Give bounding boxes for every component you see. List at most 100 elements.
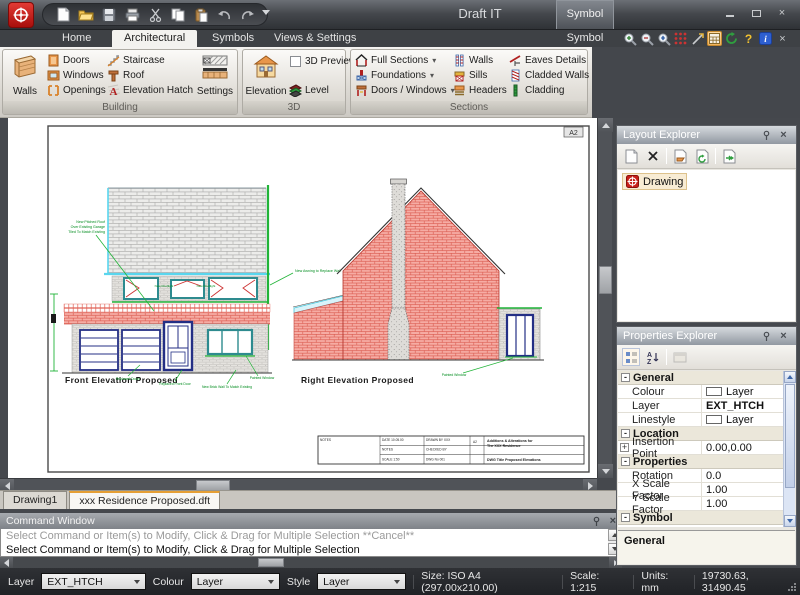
- close-button[interactable]: ×: [772, 6, 792, 20]
- scroll-up-button[interactable]: [598, 118, 613, 132]
- vertical-scroll-thumb[interactable]: [599, 266, 612, 294]
- property-row-insertion-point[interactable]: +Insertion Point 0.00,0.00: [618, 441, 795, 455]
- copy-icon[interactable]: [170, 7, 186, 23]
- svg-text:DRAWN BY XXX: DRAWN BY XXX: [426, 438, 451, 442]
- staircase-button[interactable]: Staircase: [105, 53, 195, 68]
- ribbon: Walls Doors Windows Openings Staircase R…: [0, 47, 800, 118]
- walls-button[interactable]: Walls: [5, 52, 45, 99]
- context-group-label: Symbol: [556, 32, 614, 44]
- property-row-layer[interactable]: Layer EXT_HTCH: [618, 399, 795, 413]
- headers-button[interactable]: Headers: [451, 83, 507, 98]
- alphabetical-sort-icon[interactable]: AZ: [644, 348, 662, 366]
- tab-symbols[interactable]: Symbols: [200, 30, 266, 47]
- calculator-pad-icon[interactable]: [707, 31, 722, 46]
- quick-access-dropdown-icon[interactable]: [262, 10, 270, 15]
- property-row-colour[interactable]: Colour Layer: [618, 385, 795, 399]
- foundations-button[interactable]: Foundations▾: [353, 68, 451, 83]
- close-icon[interactable]: ×: [777, 330, 790, 342]
- cut-icon[interactable]: [147, 7, 163, 23]
- scroll-down-button[interactable]: [598, 464, 613, 478]
- cladded-walls-button[interactable]: Cladded Walls: [507, 68, 587, 83]
- help-icon[interactable]: ?: [741, 31, 756, 46]
- new-document-icon[interactable]: [55, 7, 71, 23]
- property-pages-icon[interactable]: [671, 348, 689, 366]
- elevation-hatch-icon: A: [107, 84, 120, 97]
- property-row-linestyle[interactable]: Linestyle Layer: [618, 413, 795, 427]
- open-folder-icon[interactable]: [78, 7, 94, 23]
- zoom-out-icon[interactable]: [639, 31, 654, 46]
- tab-views-settings[interactable]: Views & Settings: [262, 30, 368, 47]
- minimize-button[interactable]: [720, 6, 740, 20]
- roof-button[interactable]: Roof: [105, 68, 195, 83]
- section-symbol[interactable]: -Symbol: [618, 511, 795, 525]
- pin-icon[interactable]: [760, 130, 773, 141]
- resize-grip[interactable]: [787, 582, 797, 592]
- layout-explorer-title: Layout Explorer: [623, 129, 700, 141]
- section-properties[interactable]: -Properties: [618, 455, 795, 469]
- command-output[interactable]: Select Command or Item(s) to Modify, Cli…: [0, 529, 622, 557]
- application-window: Draft IT Symbol × Home Architectural Sym…: [0, 0, 800, 595]
- sills-button[interactable]: Sills: [451, 68, 507, 83]
- import-layout-icon[interactable]: [671, 147, 689, 165]
- annotation: New Rooflight: [197, 284, 216, 288]
- cladding-button[interactable]: Cladding: [507, 83, 587, 98]
- export-layout-icon[interactable]: [720, 147, 738, 165]
- redo-icon[interactable]: [239, 7, 255, 23]
- elevation-hatch-button[interactable]: AElevation Hatch: [105, 83, 195, 98]
- categorized-view-icon[interactable]: [622, 348, 640, 366]
- full-sections-button[interactable]: Full Sections▾: [353, 53, 451, 68]
- paste-icon[interactable]: [193, 7, 209, 23]
- drawing-canvas[interactable]: A2 Ne: [8, 118, 597, 478]
- settings-button[interactable]: Settings: [195, 52, 235, 99]
- doc-tab-drawing1[interactable]: Drawing1: [3, 491, 67, 509]
- delete-layout-icon[interactable]: [644, 147, 662, 165]
- refresh-icon[interactable]: [724, 31, 739, 46]
- print-icon[interactable]: [124, 7, 140, 23]
- grid-icon[interactable]: [673, 31, 688, 46]
- snap-icon[interactable]: [690, 31, 705, 46]
- tab-architectural[interactable]: Architectural: [112, 30, 197, 47]
- eaves-details-button[interactable]: Eaves Details: [507, 53, 587, 68]
- info-icon[interactable]: i: [758, 31, 773, 46]
- window-controls: ×: [720, 6, 792, 20]
- canvas-vertical-scrollbar[interactable]: [597, 118, 612, 478]
- close-icon[interactable]: ×: [777, 129, 790, 141]
- layer-dropdown[interactable]: EXT_HTCH: [41, 573, 146, 590]
- doors-button[interactable]: Doors: [45, 53, 105, 68]
- command-line-current: Select Command or Item(s) to Modify, Cli…: [1, 543, 621, 557]
- scale-status: Scale: 1:215: [570, 570, 626, 594]
- save-icon[interactable]: [101, 7, 117, 23]
- style-label: Style: [287, 576, 310, 588]
- zoom-extents-icon[interactable]: [656, 31, 671, 46]
- section-general[interactable]: -General: [618, 371, 795, 385]
- application-menu-button[interactable]: [8, 2, 34, 28]
- doors-windows-button[interactable]: Doors / Windows▾: [353, 83, 451, 98]
- refresh-layout-icon[interactable]: [693, 147, 711, 165]
- 3d-preview-checkbox[interactable]: 3D Preview: [287, 53, 345, 69]
- new-layout-icon[interactable]: [622, 147, 640, 165]
- command-scroll-thumb[interactable]: [258, 558, 284, 567]
- zoom-in-icon[interactable]: [622, 31, 637, 46]
- doc-tab-residence[interactable]: xxx Residence Proposed.dft: [69, 491, 220, 509]
- pin-icon[interactable]: [591, 516, 602, 527]
- property-row-y-scale[interactable]: Y Scale Factor 1.00: [618, 497, 795, 511]
- command-horizontal-scrollbar[interactable]: [0, 557, 622, 568]
- maximize-button[interactable]: [746, 6, 766, 20]
- level-button[interactable]: Level: [287, 82, 345, 98]
- view-toolbar: ? i ×: [622, 31, 790, 46]
- properties-scroll-thumb[interactable]: [785, 384, 795, 488]
- ribbon-group-building: Walls Doors Windows Openings Staircase R…: [2, 49, 238, 115]
- colour-dropdown[interactable]: Layer: [191, 573, 280, 590]
- style-dropdown[interactable]: Layer: [317, 573, 406, 590]
- elevation-button[interactable]: Elevation: [245, 52, 287, 99]
- layout-item-drawing[interactable]: Drawing: [622, 173, 687, 190]
- tab-home[interactable]: Home: [50, 30, 103, 47]
- walls-section-button[interactable]: Walls: [451, 53, 507, 68]
- symbol-context-tab[interactable]: Symbol: [556, 0, 614, 29]
- pin-icon[interactable]: [760, 331, 773, 342]
- windows-button[interactable]: Windows: [45, 68, 105, 83]
- openings-button[interactable]: Openings: [45, 83, 105, 98]
- undo-icon[interactable]: [216, 7, 232, 23]
- close-panel-icon[interactable]: ×: [775, 31, 790, 46]
- properties-scrollbar[interactable]: [783, 371, 795, 527]
